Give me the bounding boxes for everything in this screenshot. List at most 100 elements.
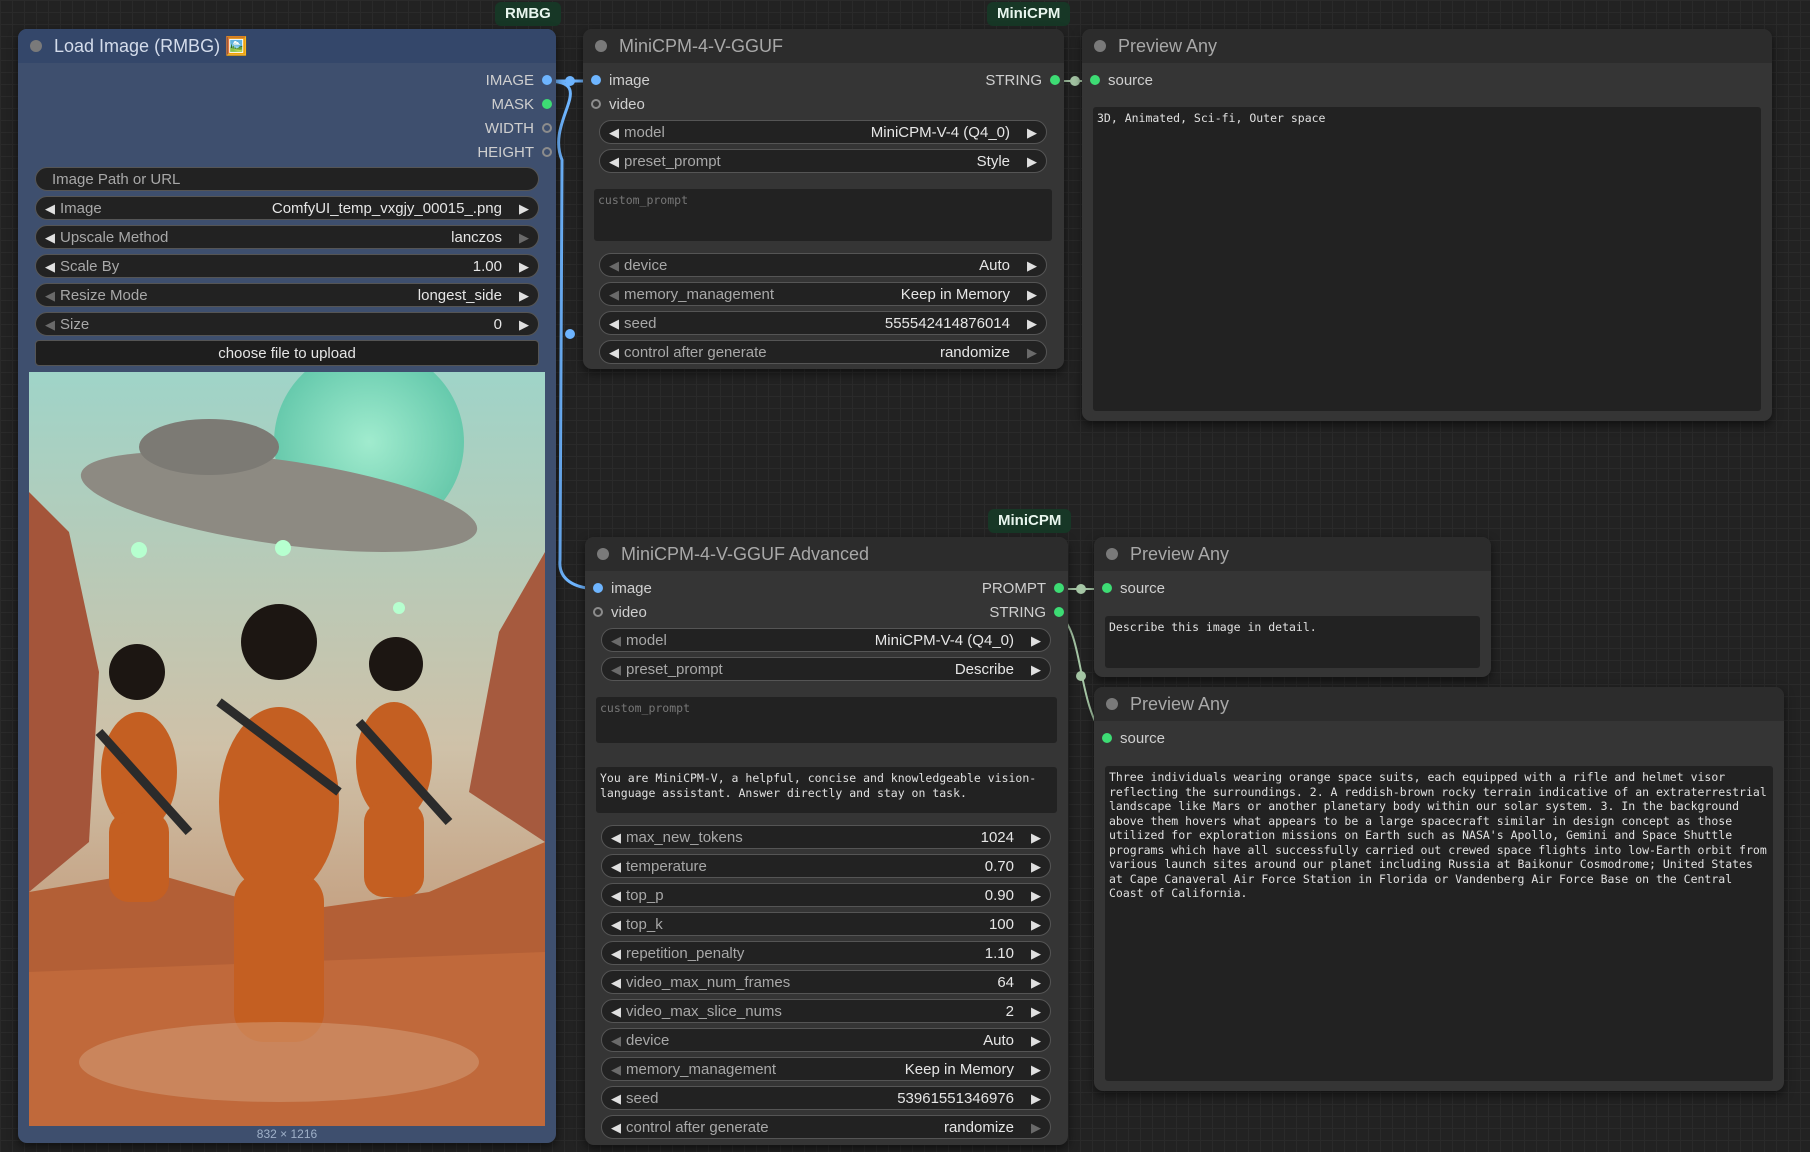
output-prompt[interactable]: PROMPT (982, 577, 1068, 601)
video-max-num-frames-input[interactable]: ◀ video_max_num_frames 64 ▶ (601, 970, 1051, 994)
node-title-bar[interactable]: Preview Any (1082, 29, 1772, 63)
control-after-generate-select[interactable]: ◀ control after generate randomize ▶ (599, 340, 1047, 364)
output-string[interactable]: STRING (985, 69, 1064, 93)
collapse-dot[interactable] (1106, 548, 1118, 560)
input-dot[interactable] (591, 75, 601, 85)
model-select[interactable]: ◀ model MiniCPM-V-4 (Q4_0) ▶ (601, 628, 1051, 652)
node-title-bar[interactable]: Load Image (RMBG) 🖼️ (18, 29, 556, 63)
input-video[interactable]: video (587, 93, 645, 117)
input-dot[interactable] (591, 99, 601, 109)
arrow-right-icon[interactable]: ▶ (1031, 942, 1041, 966)
input-image[interactable]: image (587, 69, 650, 93)
device-select[interactable]: ◀ device Auto ▶ (599, 253, 1047, 277)
arrow-left-icon[interactable]: ◀ (609, 254, 619, 278)
arrow-left-icon[interactable]: ◀ (611, 1000, 621, 1024)
arrow-right-icon[interactable]: ▶ (1031, 855, 1041, 879)
repetition-penalty-input[interactable]: ◀ repetition_penalty 1.10 ▶ (601, 941, 1051, 965)
input-dot[interactable] (593, 607, 603, 617)
arrow-right-icon[interactable]: ▶ (1027, 283, 1037, 307)
collapse-dot[interactable] (1094, 40, 1106, 52)
arrow-right-icon[interactable]: ▶ (519, 226, 529, 250)
scale-by-input[interactable]: ◀ Scale By 1.00 ▶ (35, 254, 539, 278)
collapse-dot[interactable] (1106, 698, 1118, 710)
image-select[interactable]: ◀ Image ComfyUI_temp_vxgjy_00015_.png ▶ (35, 196, 539, 220)
arrow-left-icon[interactable]: ◀ (611, 971, 621, 995)
arrow-right-icon[interactable]: ▶ (1027, 121, 1037, 145)
arrow-right-icon[interactable]: ▶ (1031, 1087, 1041, 1111)
input-dot[interactable] (1102, 583, 1112, 593)
minicpm-node[interactable]: MiniCPM-4-V-GGUF image video STRING ◀ mo… (583, 29, 1064, 369)
arrow-left-icon[interactable]: ◀ (45, 313, 55, 337)
arrow-right-icon[interactable]: ▶ (519, 313, 529, 337)
video-max-slice-nums-input[interactable]: ◀ video_max_slice_nums 2 ▶ (601, 999, 1051, 1023)
max-new-tokens-input[interactable]: ◀ max_new_tokens 1024 ▶ (601, 825, 1051, 849)
output-width[interactable]: WIDTH (485, 117, 556, 141)
output-dot[interactable] (1054, 607, 1064, 617)
load-image-node[interactable]: Load Image (RMBG) 🖼️ IMAGE MASK WIDTH HE… (18, 29, 556, 1143)
arrow-right-icon[interactable]: ▶ (1027, 150, 1037, 174)
output-dot[interactable] (542, 123, 552, 133)
arrow-left-icon[interactable]: ◀ (45, 197, 55, 221)
control-after-generate-select[interactable]: ◀ control after generate randomize ▶ (601, 1115, 1051, 1139)
arrow-left-icon[interactable]: ◀ (611, 942, 621, 966)
arrow-right-icon[interactable]: ▶ (1031, 884, 1041, 908)
arrow-right-icon[interactable]: ▶ (1031, 1000, 1041, 1024)
arrow-right-icon[interactable]: ▶ (1031, 1058, 1041, 1082)
image-path-input[interactable]: Image Path or URL (35, 167, 539, 191)
arrow-right-icon[interactable]: ▶ (519, 255, 529, 279)
temperature-input[interactable]: ◀ temperature 0.70 ▶ (601, 854, 1051, 878)
arrow-left-icon[interactable]: ◀ (611, 855, 621, 879)
device-select[interactable]: ◀ device Auto ▶ (601, 1028, 1051, 1052)
arrow-left-icon[interactable]: ◀ (611, 884, 621, 908)
custom-prompt-textarea[interactable]: custom_prompt (596, 697, 1057, 743)
arrow-left-icon[interactable]: ◀ (609, 121, 619, 145)
output-dot[interactable] (542, 99, 552, 109)
output-dot[interactable] (1050, 75, 1060, 85)
memory-management-select[interactable]: ◀ memory_management Keep in Memory ▶ (599, 282, 1047, 306)
system-prompt-textarea[interactable]: You are MiniCPM-V, a helpful, concise an… (596, 767, 1057, 813)
arrow-left-icon[interactable]: ◀ (45, 226, 55, 250)
arrow-right-icon[interactable]: ▶ (1031, 1029, 1041, 1053)
collapse-dot[interactable] (597, 548, 609, 560)
memory-management-select[interactable]: ◀ memory_management Keep in Memory ▶ (601, 1057, 1051, 1081)
arrow-right-icon[interactable]: ▶ (1027, 341, 1037, 365)
arrow-left-icon[interactable]: ◀ (45, 284, 55, 308)
seed-input[interactable]: ◀ seed 555542414876014 ▶ (599, 311, 1047, 335)
input-dot[interactable] (1090, 75, 1100, 85)
custom-prompt-textarea[interactable]: custom_prompt (594, 189, 1052, 241)
preview-any-node-2[interactable]: Preview Any source Describe this image i… (1094, 537, 1491, 677)
arrow-right-icon[interactable]: ▶ (1031, 629, 1041, 653)
output-dot[interactable] (1054, 583, 1064, 593)
preview-text[interactable]: Three individuals wearing orange space s… (1105, 766, 1773, 1081)
resize-mode-select[interactable]: ◀ Resize Mode longest_side ▶ (35, 283, 539, 307)
upscale-method-select[interactable]: ◀ Upscale Method lanczos ▶ (35, 225, 539, 249)
arrow-left-icon[interactable]: ◀ (611, 658, 621, 682)
collapse-dot[interactable] (30, 40, 42, 52)
output-dot[interactable] (542, 147, 552, 157)
arrow-left-icon[interactable]: ◀ (611, 1116, 621, 1140)
node-title-bar[interactable]: Preview Any (1094, 687, 1784, 721)
node-title-bar[interactable]: Preview Any (1094, 537, 1491, 571)
input-source[interactable]: source (1098, 727, 1165, 751)
arrow-right-icon[interactable]: ▶ (1027, 254, 1037, 278)
output-dot[interactable] (542, 75, 552, 85)
minicpm-advanced-node[interactable]: MiniCPM-4-V-GGUF Advanced image video PR… (585, 537, 1068, 1145)
preview-any-node-3[interactable]: Preview Any source Three individuals wea… (1094, 687, 1784, 1091)
size-input[interactable]: ◀ Size 0 ▶ (35, 312, 539, 336)
arrow-left-icon[interactable]: ◀ (611, 1029, 621, 1053)
output-image[interactable]: IMAGE (486, 69, 556, 93)
input-video[interactable]: video (589, 601, 647, 625)
arrow-right-icon[interactable]: ▶ (1031, 1116, 1041, 1140)
output-mask[interactable]: MASK (491, 93, 556, 117)
output-string[interactable]: STRING (989, 601, 1068, 625)
arrow-left-icon[interactable]: ◀ (611, 826, 621, 850)
preview-any-node-1[interactable]: Preview Any source 3D, Animated, Sci-fi,… (1082, 29, 1772, 421)
arrow-left-icon[interactable]: ◀ (611, 629, 621, 653)
model-select[interactable]: ◀ model MiniCPM-V-4 (Q4_0) ▶ (599, 120, 1047, 144)
input-source[interactable]: source (1098, 577, 1165, 601)
input-image[interactable]: image (589, 577, 652, 601)
arrow-left-icon[interactable]: ◀ (611, 1058, 621, 1082)
node-title-bar[interactable]: MiniCPM-4-V-GGUF (583, 29, 1064, 63)
arrow-right-icon[interactable]: ▶ (519, 284, 529, 308)
node-title-bar[interactable]: MiniCPM-4-V-GGUF Advanced (585, 537, 1068, 571)
